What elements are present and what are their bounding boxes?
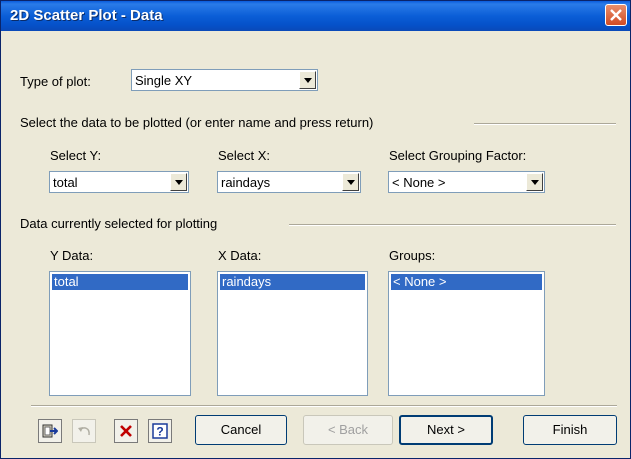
chevron-down-icon[interactable] xyxy=(170,173,187,191)
select-x-label: Select X: xyxy=(218,148,271,163)
current-section-heading: Data currently selected for plotting xyxy=(20,216,218,231)
exit-button[interactable] xyxy=(38,419,62,443)
select-y-label: Select Y: xyxy=(50,148,102,163)
title-bar[interactable]: 2D Scatter Plot - Data xyxy=(1,1,630,31)
divider xyxy=(289,224,616,226)
footer-divider xyxy=(31,405,617,407)
plot-type-select[interactable]: Single XY xyxy=(131,69,318,91)
chevron-down-icon[interactable] xyxy=(299,71,316,89)
help-button[interactable]: ? xyxy=(148,419,172,443)
select-y-value: total xyxy=(53,175,78,190)
y-data-list[interactable]: total xyxy=(49,271,191,396)
undo-icon xyxy=(78,427,90,436)
select-y-combo[interactable]: total xyxy=(49,171,189,193)
finish-button[interactable]: Finish xyxy=(523,415,617,445)
svg-text:?: ? xyxy=(156,425,163,439)
x-data-label: X Data: xyxy=(218,248,262,263)
plot-type-value: Single XY xyxy=(135,73,193,88)
close-icon xyxy=(610,9,622,21)
select-x-value: raindays xyxy=(221,175,271,190)
y-data-label: Y Data: xyxy=(50,248,94,263)
chevron-down-icon[interactable] xyxy=(342,173,359,191)
select-x-combo[interactable]: raindays xyxy=(217,171,361,193)
select-section-heading: Select the data to be plotted (or enter … xyxy=(20,115,374,130)
dialog-window: 2D Scatter Plot - Data Type of plot: Sin… xyxy=(0,0,631,459)
delete-button[interactable] xyxy=(114,419,138,443)
list-item[interactable]: < None > xyxy=(391,274,542,290)
next-button[interactable]: Next > xyxy=(399,415,493,445)
x-data-list[interactable]: raindays xyxy=(217,271,368,396)
list-item[interactable]: raindays xyxy=(220,274,365,290)
delete-icon xyxy=(120,425,132,437)
chevron-down-icon[interactable] xyxy=(526,173,543,191)
window-title: 2D Scatter Plot - Data xyxy=(10,7,163,24)
divider xyxy=(474,123,616,125)
close-button[interactable] xyxy=(605,4,627,26)
plot-type-label: Type of plot: xyxy=(20,74,91,89)
select-group-value: < None > xyxy=(392,175,446,190)
cancel-button[interactable]: Cancel xyxy=(195,415,287,445)
select-group-combo[interactable]: < None > xyxy=(388,171,545,193)
undo-button[interactable] xyxy=(72,419,96,443)
groups-list[interactable]: < None > xyxy=(388,271,545,396)
back-button[interactable]: < Back xyxy=(303,415,393,445)
groups-label: Groups: xyxy=(389,248,436,263)
list-item[interactable]: total xyxy=(52,274,188,290)
select-group-label: Select Grouping Factor: xyxy=(389,148,527,163)
help-icon: ? xyxy=(152,423,168,439)
exit-icon xyxy=(42,424,58,438)
